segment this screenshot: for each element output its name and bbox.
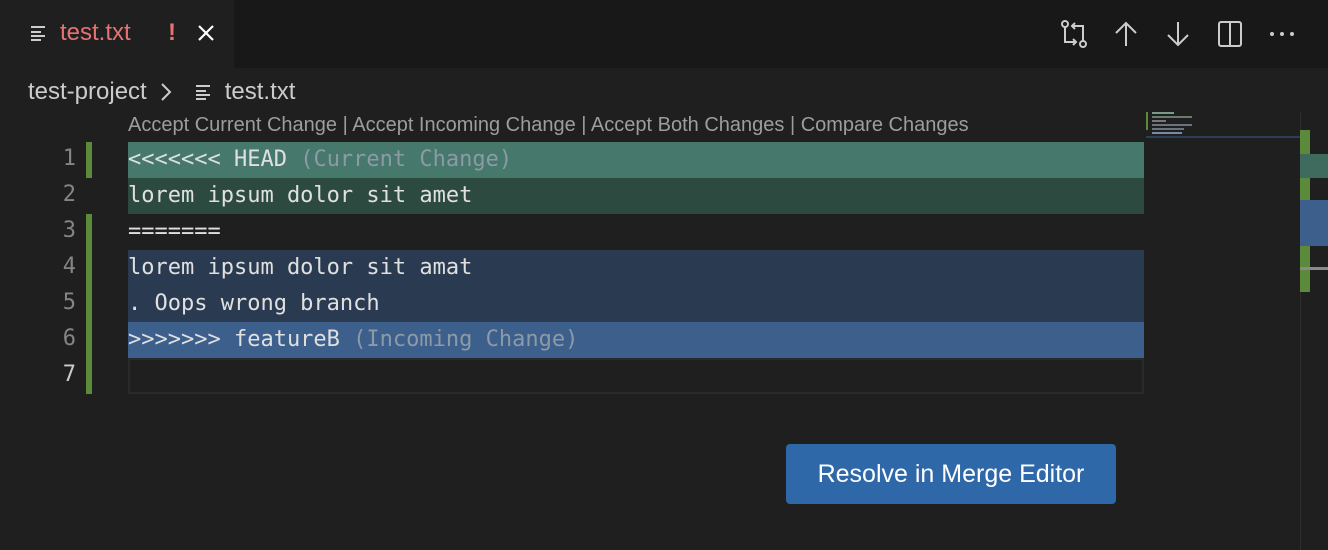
code-text: lorem ipsum dolor sit amet <box>128 183 473 208</box>
overview-marker <box>1300 130 1310 154</box>
code-line[interactable]: lorem ipsum dolor sit amet <box>128 178 1144 214</box>
file-text-icon <box>31 26 45 41</box>
breadcrumb-file[interactable]: test.txt <box>225 78 296 106</box>
code-hint: (Incoming Change) <box>339 327 579 352</box>
more-actions-icon[interactable] <box>1266 18 1298 50</box>
line-number: 5 <box>62 290 76 315</box>
code-text: lorem ipsum dolor sit amat <box>128 255 473 280</box>
codelens-separator: | <box>337 114 353 136</box>
editor-window: test.txt ! test-project test.txt Accept … <box>0 0 1328 550</box>
close-icon[interactable] <box>196 23 216 43</box>
code-line-active[interactable] <box>128 358 1144 394</box>
code-line[interactable]: lorem ipsum dolor sit amat <box>128 250 1144 286</box>
code-text: ======= <box>128 219 221 244</box>
accept-current-change-link[interactable]: Accept Current Change <box>128 114 337 136</box>
conflict-badge: ! <box>168 19 176 46</box>
accept-both-changes-link[interactable]: Accept Both Changes <box>591 114 784 136</box>
breadcrumb: test-project test.txt <box>28 74 295 110</box>
overview-marker <box>1300 178 1310 200</box>
code-line-separator[interactable]: ======= <box>128 214 1144 250</box>
overview-marker <box>1300 200 1328 246</box>
line-number: 4 <box>62 254 76 279</box>
code-text: . Oops wrong branch <box>128 291 380 316</box>
tab-label: test.txt <box>60 19 131 46</box>
tab-bar: test.txt ! <box>0 0 1328 68</box>
code-line[interactable]: . Oops wrong branch <box>128 286 1144 322</box>
overview-cursor-marker <box>1300 267 1328 270</box>
code-text: >>>>>>> featureB <box>128 327 340 352</box>
line-number: 7 <box>62 362 76 387</box>
compare-changes-link[interactable]: Compare Changes <box>801 114 969 136</box>
code-hint: (Current Change) <box>286 147 513 172</box>
accept-incoming-change-link[interactable]: Accept Incoming Change <box>352 114 575 136</box>
line-number: 1 <box>62 146 76 171</box>
line-number: 6 <box>62 326 76 351</box>
gutter-change-marker <box>86 214 92 394</box>
code-text: <<<<<<< HEAD <box>128 147 287 172</box>
codelens-separator: | <box>784 114 801 136</box>
codelens-separator: | <box>575 114 591 136</box>
chevron-right-icon <box>161 83 172 101</box>
code-line-incoming-marker[interactable]: >>>>>>> featureB (Incoming Change) <box>128 322 1144 358</box>
resolve-in-merge-editor-button[interactable]: Resolve in Merge Editor <box>786 444 1116 504</box>
merge-codelens: Accept Current Change | Accept Incoming … <box>128 114 969 137</box>
file-text-icon <box>195 85 210 100</box>
compare-changes-icon[interactable] <box>1058 18 1090 50</box>
next-change-icon[interactable] <box>1162 18 1194 50</box>
previous-change-icon[interactable] <box>1110 18 1142 50</box>
line-number: 2 <box>62 182 76 207</box>
overview-marker <box>1300 154 1328 178</box>
minimap[interactable] <box>1146 112 1300 142</box>
tab-test-txt[interactable]: test.txt ! <box>0 0 234 68</box>
line-number: 3 <box>62 218 76 243</box>
split-editor-icon[interactable] <box>1214 18 1246 50</box>
code-line-current-marker[interactable]: <<<<<<< HEAD (Current Change) <box>128 142 1144 178</box>
gutter-change-marker <box>86 142 92 178</box>
breadcrumb-project[interactable]: test-project <box>28 78 147 106</box>
